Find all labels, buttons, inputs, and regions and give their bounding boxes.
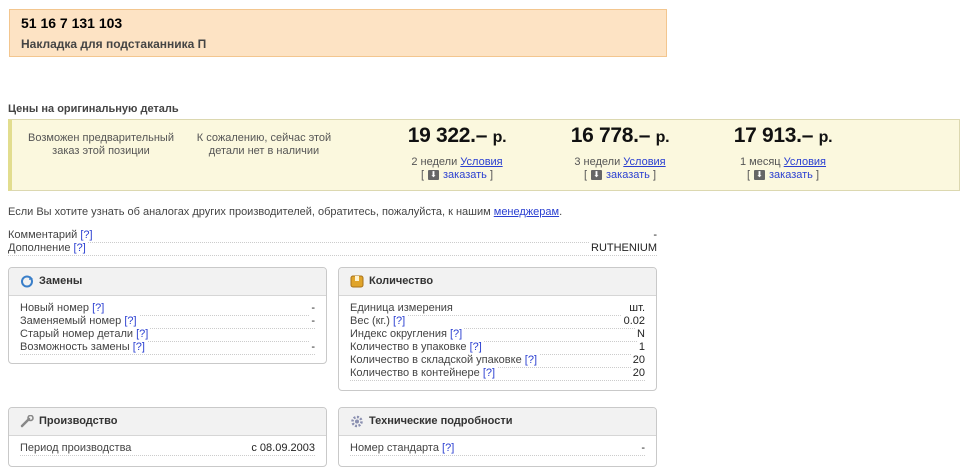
prices-section-title: Цены на оригинальную деталь (8, 103, 179, 115)
panel-header: Производство (9, 408, 326, 436)
wrench-icon (20, 414, 34, 427)
unavailable-text: К сожалению, сейчас этой детали нет в на… (196, 132, 332, 157)
panel-row: Индекс округления [?] N (350, 328, 645, 342)
order-control: [⬇ заказать ] (583, 169, 657, 181)
panel-header: Технические подробности (339, 408, 656, 436)
gear-icon (351, 415, 363, 427)
panel-row: Вес (кг.) [?] 0.02 (350, 315, 645, 329)
help-link[interactable]: [?] (74, 242, 86, 254)
delivery-info: 3 недели Условия (574, 156, 666, 168)
price-value: 16 778.– р. (570, 124, 670, 147)
price-value: 19 322.– р. (407, 124, 507, 147)
order-control: [⬇ заказать ] (420, 169, 494, 181)
delivery-info: 1 месяц Условия (739, 156, 827, 168)
order-control: [⬇ заказать ] (746, 169, 820, 181)
panel-row: Количество в упаковке [?] 1 (350, 341, 645, 355)
panel-header: Количество (339, 268, 656, 296)
panel-row: Номер стандарта [?] - (350, 442, 645, 456)
conditions-link[interactable]: Условия (784, 156, 826, 168)
conditions-link[interactable]: Условия (623, 156, 665, 168)
technical-panel: Технические подробности Номер стандарта … (338, 407, 657, 467)
help-link[interactable]: [?] (393, 315, 405, 327)
help-link[interactable]: [?] (525, 354, 537, 366)
help-link[interactable]: [?] (483, 367, 495, 379)
quantity-panel: Количество Единица измерения шт. Вес (кг.… (338, 267, 657, 391)
order-button[interactable]: заказать (443, 169, 487, 181)
part-name: Накладка для подстаканника П (21, 37, 207, 51)
help-link[interactable]: [?] (136, 328, 148, 340)
panel-row: Количество в складской упаковке [?] 20 (350, 354, 645, 368)
panel-row: Новый номер [?] - (20, 302, 315, 316)
comment-row: Комментарий [?] - (8, 229, 657, 243)
part-header: 51 16 7 131 103 Накладка для подстаканни… (9, 9, 667, 57)
download-icon[interactable]: ⬇ (754, 170, 766, 181)
panel-row: Заменяемый номер [?] - (20, 315, 315, 329)
addition-row: Дополнение [?] RUTHENIUM (8, 242, 657, 256)
panel-row: Возможность замены [?] - (20, 341, 315, 355)
panel-header: Замены (9, 268, 326, 296)
help-link[interactable]: [?] (442, 442, 454, 454)
help-link[interactable]: [?] (80, 229, 92, 241)
production-panel: Производство Период производства с 08.09.… (8, 407, 327, 467)
help-link[interactable]: [?] (450, 328, 462, 340)
managers-link[interactable]: менеджерам (494, 206, 559, 218)
price-value: 17 913.– р. (733, 124, 833, 147)
price-offer-3: 17 913.– р. 1 месяц Условия [⬇ заказать ] (703, 124, 863, 182)
order-button[interactable]: заказать (769, 169, 813, 181)
order-button[interactable]: заказать (606, 169, 650, 181)
replacements-panel: Замены Новый номер [?] - Заменяемый номер… (8, 267, 327, 364)
panel-row: Единица измерения шт. (350, 302, 645, 316)
price-band: Возможен предварительный заказ этой пози… (8, 119, 960, 191)
conditions-link[interactable]: Условия (460, 156, 502, 168)
help-link[interactable]: [?] (133, 341, 145, 353)
download-icon[interactable]: ⬇ (428, 170, 440, 181)
help-link[interactable]: [?] (124, 315, 136, 327)
price-offer-2: 16 778.– р. 3 недели Условия [⬇ заказать … (540, 124, 700, 182)
help-link[interactable]: [?] (470, 341, 482, 353)
delivery-info: 2 недели Условия (411, 156, 503, 168)
panel-row: Старый номер детали [?] (20, 328, 315, 342)
help-link[interactable]: [?] (92, 302, 104, 314)
preorder-text: Возможен предварительный заказ этой пози… (28, 132, 174, 157)
download-icon[interactable]: ⬇ (591, 170, 603, 181)
box-icon (350, 275, 364, 288)
panel-row: Количество в контейнере [?] 20 (350, 367, 645, 381)
price-offer-1: 19 322.– р. 2 недели Условия [⬇ заказать … (377, 124, 537, 182)
part-number: 51 16 7 131 103 (21, 15, 123, 31)
analog-note: Если Вы хотите узнать об аналогах других… (8, 206, 563, 218)
panel-row: Период производства с 08.09.2003 (20, 442, 315, 456)
refresh-icon (21, 275, 33, 288)
